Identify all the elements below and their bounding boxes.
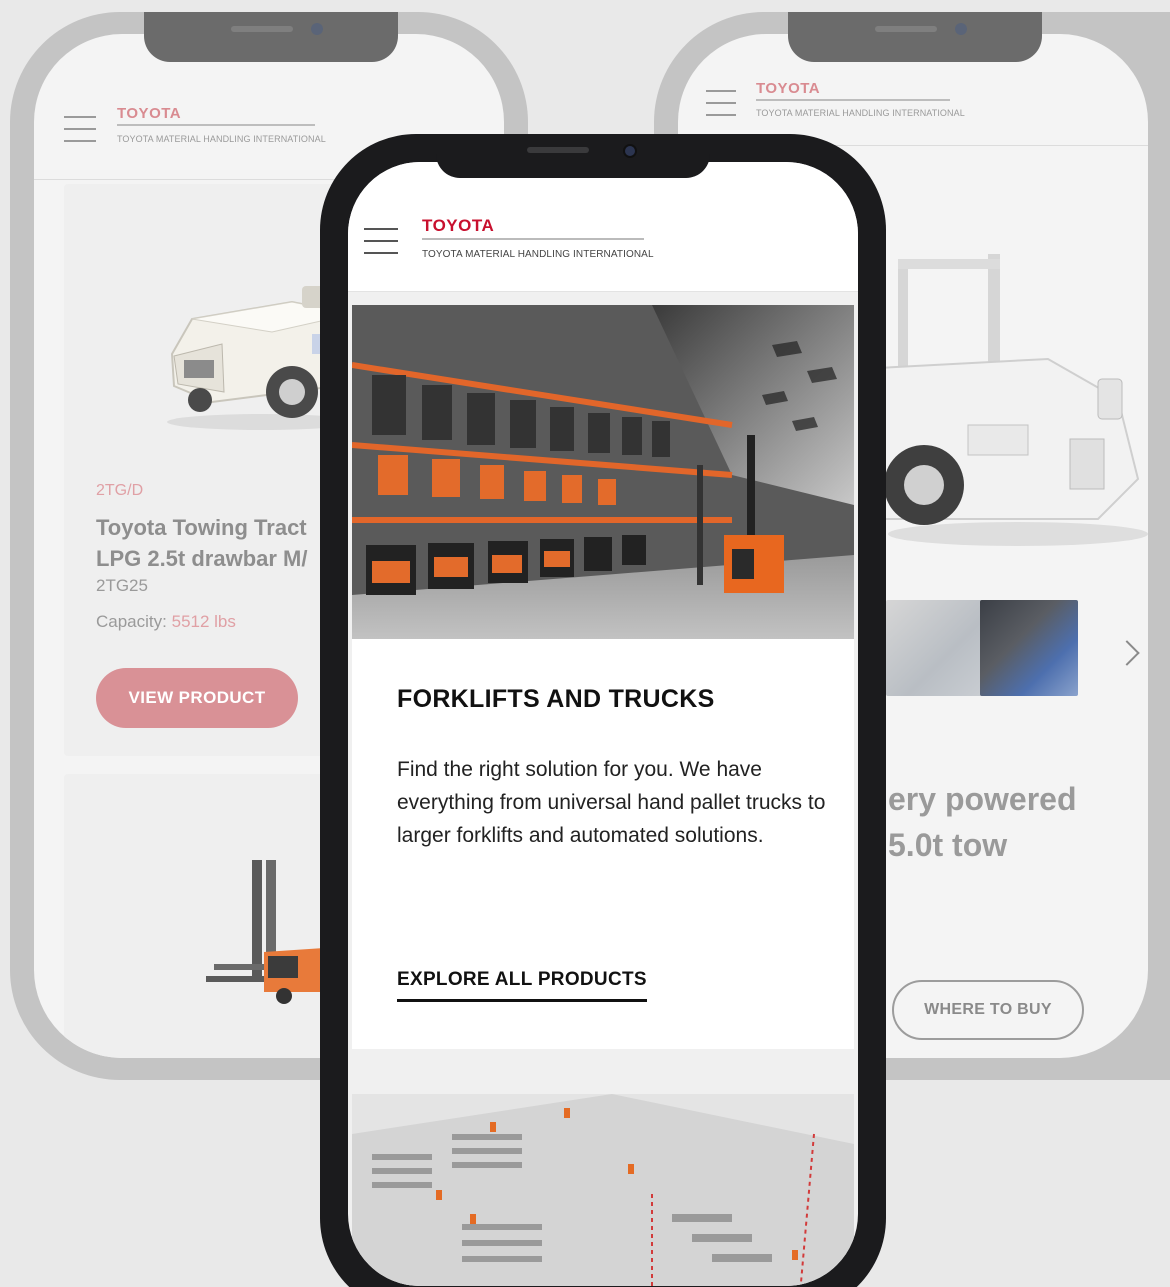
brand-subtitle: TOYOTA MATERIAL HANDLING INTERNATIONAL: [756, 108, 965, 118]
product-name-line1: Toyota Towing Tract: [96, 515, 307, 540]
brand-divider: [756, 99, 950, 101]
right-phone-notch: [788, 12, 1042, 62]
forklifts-card: FORKLIFTS AND TRUCKS Find the right solu…: [352, 305, 854, 1049]
tow-tractor-image: [858, 254, 1148, 546]
product-title-line2: 5.0t tow: [888, 827, 1008, 863]
brand-divider: [117, 124, 315, 126]
product-model: 2TG25: [96, 576, 148, 595]
hamburger-menu-icon[interactable]: [64, 116, 96, 152]
brand-logo[interactable]: TOYOTA: [756, 80, 820, 97]
product-title: ery powered 5.0t tow: [888, 776, 1077, 868]
gallery-thumbnail[interactable]: [886, 600, 984, 696]
card-title: FORKLIFTS AND TRUCKS: [397, 685, 715, 713]
product-capacity: Capacity: 5512 lbs: [96, 612, 236, 632]
brand-divider: [422, 238, 644, 240]
gallery-thumbnail[interactable]: [980, 600, 1078, 696]
view-product-button[interactable]: VIEW PRODUCT: [96, 668, 298, 728]
front-phone-mockup: TOYOTA TOYOTA MATERIAL HANDLING INTERNAT…: [320, 134, 886, 1287]
brand-logo[interactable]: TOYOTA: [117, 105, 181, 122]
explore-all-products-link[interactable]: EXPLORE ALL PRODUCTS: [397, 969, 647, 1002]
brand-subtitle: TOYOTA MATERIAL HANDLING INTERNATIONAL: [117, 134, 326, 144]
front-phone-screen: TOYOTA TOYOTA MATERIAL HANDLING INTERNAT…: [348, 162, 858, 1286]
product-code: 2TG/D: [96, 482, 144, 499]
capacity-label: Capacity:: [96, 612, 167, 631]
chevron-right-icon[interactable]: [1114, 640, 1140, 666]
hamburger-menu-icon[interactable]: [706, 90, 736, 126]
card-description: Find the right solution for you. We have…: [397, 758, 826, 847]
site-header: TOYOTA TOYOTA MATERIAL HANDLING INTERNAT…: [348, 162, 858, 292]
brand-subtitle: TOYOTA MATERIAL HANDLING INTERNATIONAL: [422, 249, 654, 260]
capacity-value: 5512 lbs: [171, 612, 236, 631]
left-phone-notch: [144, 12, 398, 62]
brand-logo[interactable]: TOYOTA: [422, 216, 494, 236]
where-to-buy-button[interactable]: WHERE TO BUY: [892, 980, 1084, 1040]
warehouse-hero-image: [352, 305, 854, 639]
hamburger-menu-icon[interactable]: [364, 228, 398, 264]
product-name[interactable]: Toyota Towing Tract LPG 2.5t drawbar M/: [96, 512, 356, 574]
product-name-line2: LPG 2.5t drawbar M/: [96, 546, 308, 571]
front-phone-notch: [436, 134, 710, 178]
warehouse-layout-image: [352, 1094, 854, 1286]
product-title-line1: ery powered: [888, 781, 1077, 817]
